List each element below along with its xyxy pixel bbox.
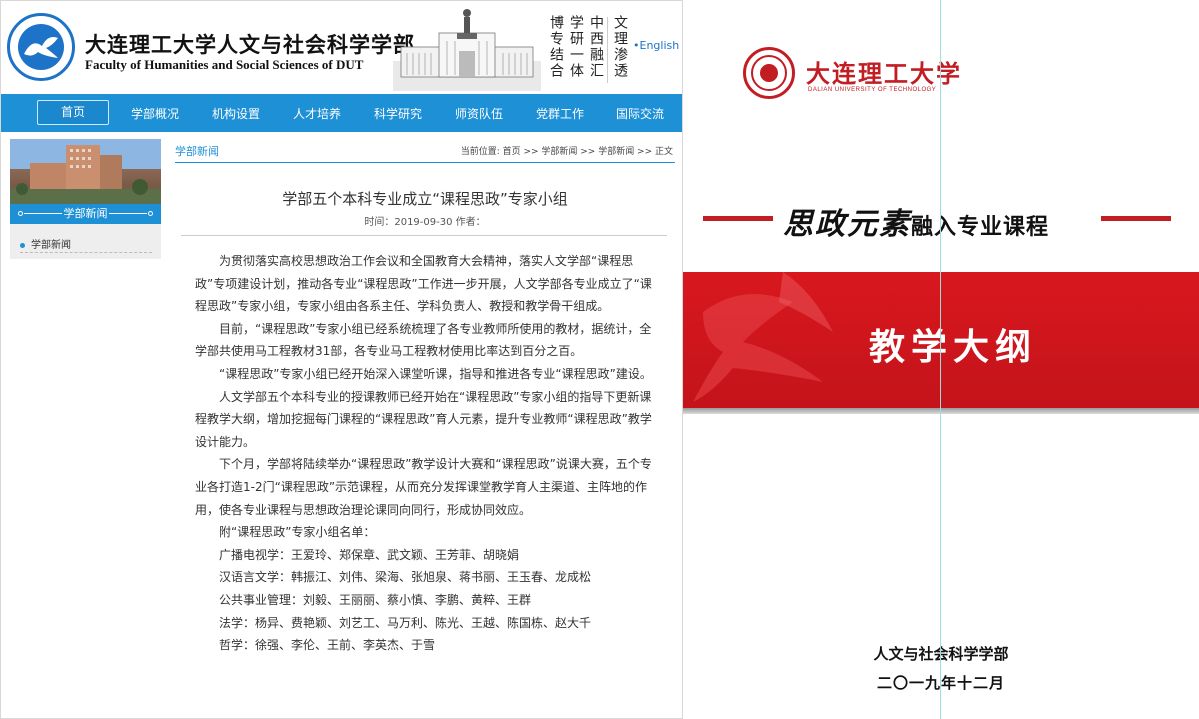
motto-column: 文理渗透 [612,15,628,79]
member-list-item: 法学：杨异、费艳颖、刘艺工、马万利、陈光、王越、陈国栋、赵大千 [219,615,592,630]
band-shadow [683,408,1199,414]
subtitle-rule-right [1101,216,1171,221]
sidebar-item-label: 学部新闻 [31,240,71,251]
article-meta: 时间：2019-09-30 作者： [364,217,486,228]
divider [20,252,152,253]
article-paragraph: 附“课程思政”专家小组名单： [219,525,376,540]
site-header: 大连理工大学人文与社会科学学部 Faculty of Humanities an… [1,1,682,94]
nav-item-research[interactable]: 科学研究 [374,105,422,122]
member-list-item: 汉语言文学：韩振江、刘伟、梁海、张旭泉、蒋书丽、王玉春、龙成松 [219,570,592,585]
nav-item-education[interactable]: 人才培养 [293,105,341,122]
site-title: 大连理工大学人文与社会科学学部 [85,32,415,57]
section-title: 学部新闻 [175,145,219,158]
university-seal-icon [743,47,795,99]
seal-core [760,64,778,82]
sidebar-item-news[interactable]: 学部新闻 [20,236,71,251]
divider [181,235,667,236]
sidebar-title: 学部新闻 [10,204,161,224]
cover-subtitle-calligraphy: 思政元素 [783,207,911,242]
guide-line [940,0,941,719]
article-paragraph: 人文学部五个本科专业的授课教师已经开始在“课程思政”专家小组的指导下更新课程教学… [195,389,652,449]
sidebar-title-label: 学部新闻 [63,207,108,220]
nav-item-organization[interactable]: 机构设置 [212,105,260,122]
content-header: 学部新闻 当前位置: 首页 >> 学部新闻 >> 学部新闻 >> 正文 [175,143,675,163]
decor-dot-icon [18,211,23,216]
nav-item-home[interactable]: 首页 [37,100,109,125]
article-paragraph: 下个月，学部将陆续举办“课程思政”教学设计大赛和“课程思政”说课大赛，五个专业各… [195,457,652,517]
breadcrumb[interactable]: 当前位置: 首页 >> 学部新闻 >> 学部新闻 >> 正文 [461,144,673,157]
article-body: 为贯彻落实高校思想政治工作会议和全国教育大会精神，落实人文学部“课程思政”专项建… [195,250,655,657]
syllabus-cover: 大连理工大学 DALIAN UNIVERSITY OF TECHNOLOGY 思… [683,0,1199,719]
cover-subtitle-text: 融入专业课程 [911,215,1050,240]
article-title: 学部五个本科专业成立“课程思政”专家小组 [282,190,568,208]
cover-main-title: 教学大纲 [869,327,1038,368]
english-link[interactable]: •English [633,39,679,52]
cover-university-name: 大连理工大学 [806,59,962,88]
bullet-icon [20,242,25,248]
member-list-item: 哲学：徐强、李伦、王前、李英杰、于雪 [219,638,436,653]
site-title-english: Faculty of Humanities and Social Science… [85,57,364,72]
motto-column: 中西融汇 [588,15,604,79]
decor-line [24,213,62,214]
decor-line [109,213,147,214]
motto-divider [607,17,608,83]
motto-column: 博专结合 [548,15,564,79]
nav-item-overview[interactable]: 学部概况 [131,105,179,122]
nav-item-international[interactable]: 国际交流 [616,105,664,122]
subtitle-rule-left [703,216,773,221]
nav-item-party-work[interactable]: 党群工作 [536,105,584,122]
motto-column: 学研一体 [568,15,584,79]
member-list-item: 广播电视学：王爱玲、郑保章、武文颖、王芳菲、胡晓娟 [219,547,520,562]
member-list-item: 公共事业管理：刘毅、王丽丽、蔡小慎、李鹏、黄粹、王群 [219,592,532,607]
website-panel: 大连理工大学人文与社会科学学部 Faculty of Humanities an… [0,0,683,719]
article-paragraph: “课程思政”专家小组已经开始深入课堂听课，指导和推进各专业“课程思政”建设。 [219,366,652,381]
nav-item-faculty[interactable]: 师资队伍 [455,105,503,122]
article-paragraph: 目前，“课程思政”专家小组已经系统梳理了各专业教师所使用的教材，据统计，全学部共… [195,321,652,359]
university-logo-icon[interactable] [7,13,75,81]
campus-photo [10,139,161,204]
cover-department: 人文与社会科学学部 [683,643,1199,664]
cover-date: 二〇一九年十二月 [683,672,1199,693]
sidebar: 学部新闻 学部新闻 [10,139,161,259]
decor-dot-icon [148,211,153,216]
main-navigation: 首页 学部概况 机构设置 人才培养 科学研究 师资队伍 党群工作 国际交流 [1,94,682,132]
cover-university-name-english: DALIAN UNIVERSITY OF TECHNOLOGY [808,87,937,93]
article-paragraph: 为贯彻落实高校思想政治工作会议和全国教育大会精神，落实人文学部“课程思政”专项建… [195,254,652,314]
cover-subtitle: 思政元素融入专业课程 [783,199,1049,243]
main-building-illustration [393,9,541,91]
